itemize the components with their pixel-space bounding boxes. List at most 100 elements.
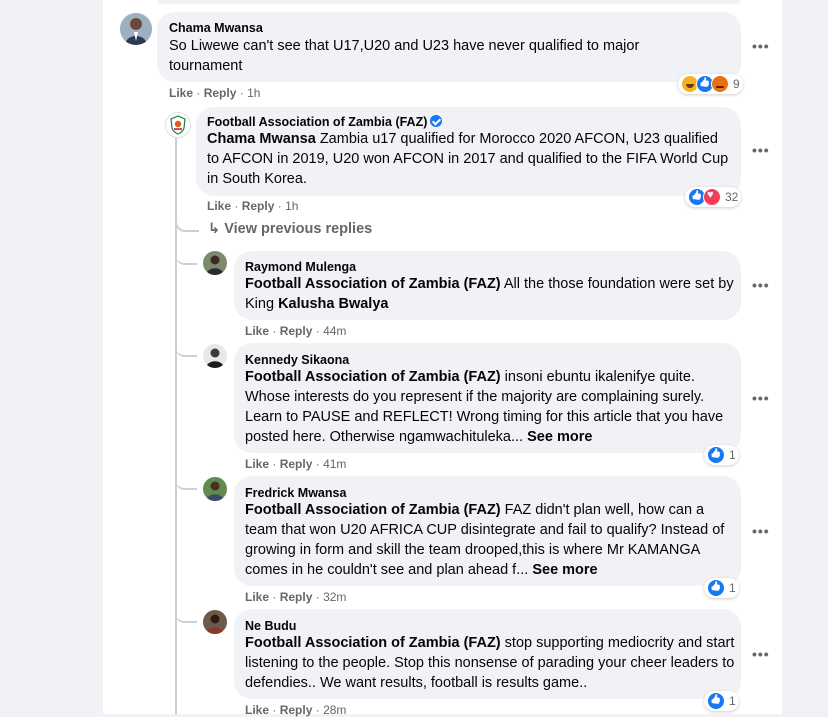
- comment-actions: Like · Reply · 28m: [245, 703, 346, 717]
- reaction-count: 32: [725, 190, 739, 204]
- comment-text: So Liwewe can't see that U17,U20 and U23…: [169, 38, 640, 74]
- like-icon: [707, 446, 725, 464]
- scrollbar[interactable]: [782, 0, 794, 714]
- comment-author[interactable]: Ne Budu: [245, 619, 296, 633]
- reaction-summary[interactable]: 1: [704, 578, 739, 598]
- like-link[interactable]: Like: [245, 324, 269, 338]
- angry-icon: [711, 75, 729, 93]
- verified-badge-icon: [430, 115, 443, 127]
- like-link[interactable]: Like: [207, 199, 231, 213]
- more-options-icon[interactable]: •••: [752, 38, 770, 54]
- mention-link[interactable]: Football Association of Zambia (FAZ): [245, 369, 501, 385]
- reaction-summary[interactable]: 1: [704, 445, 739, 465]
- thread-connector: [175, 245, 197, 265]
- more-options-icon[interactable]: •••: [752, 523, 770, 539]
- comment-text: Football Association of Zambia (FAZ) ins…: [245, 367, 735, 447]
- separator: ·: [272, 457, 277, 471]
- view-previous-replies-label: View previous replies: [224, 221, 373, 237]
- person-icon: [203, 251, 227, 275]
- like-icon: [707, 692, 725, 710]
- like-icon: [707, 579, 725, 597]
- mention-link[interactable]: Football Association of Zambia (FAZ): [245, 502, 501, 518]
- avatar[interactable]: [203, 251, 227, 275]
- thread-connector: [175, 470, 197, 490]
- previous-comment-edge: [157, 0, 741, 4]
- separator: ·: [315, 324, 320, 338]
- mention-link[interactable]: Chama Mwansa: [207, 131, 316, 147]
- separator: ·: [272, 324, 277, 338]
- mention-link[interactable]: Football Association of Zambia (FAZ): [245, 635, 501, 651]
- see-more-link[interactable]: See more: [527, 429, 592, 445]
- separator: ·: [315, 590, 320, 604]
- reaction-count: 1: [729, 581, 736, 595]
- separator: ·: [239, 86, 244, 100]
- comment-author[interactable]: Raymond Mulenga: [245, 260, 356, 274]
- thread-connector: [175, 603, 197, 623]
- reaction-count: 1: [729, 694, 736, 708]
- comment-text: Football Association of Zambia (FAZ) All…: [245, 274, 735, 314]
- avatar[interactable]: [203, 610, 227, 634]
- comment-text: Football Association of Zambia (FAZ) sto…: [245, 633, 735, 693]
- like-link[interactable]: Like: [169, 86, 193, 100]
- comment-text: Football Association of Zambia (FAZ) FAZ…: [245, 500, 735, 580]
- separator: ·: [272, 703, 277, 717]
- separator: ·: [277, 199, 282, 213]
- mention-link[interactable]: Kalusha Bwalya: [278, 296, 388, 312]
- comment-author[interactable]: Kennedy Sikaona: [245, 353, 349, 367]
- avatar[interactable]: [203, 477, 227, 501]
- timestamp[interactable]: 32m: [323, 590, 346, 604]
- comment-actions: Like · Reply · 44m: [245, 324, 346, 338]
- reaction-count: 9: [733, 77, 740, 91]
- comment-actions: Like · Reply · 1h: [169, 86, 260, 100]
- faz-logo-icon: [170, 115, 186, 135]
- reply-link[interactable]: Reply: [280, 590, 313, 604]
- comment-author[interactable]: Football Association of Zambia (FAZ): [207, 115, 443, 129]
- separator: ·: [196, 86, 201, 100]
- author-name[interactable]: Football Association of Zambia (FAZ): [207, 115, 427, 129]
- avatar[interactable]: [120, 13, 152, 45]
- comment-author[interactable]: Chama Mwansa: [169, 21, 263, 35]
- timestamp[interactable]: 1h: [285, 199, 298, 213]
- reply-link[interactable]: Reply: [280, 457, 313, 471]
- like-link[interactable]: Like: [245, 590, 269, 604]
- view-previous-replies-link[interactable]: ↳ View previous replies: [208, 221, 372, 237]
- timestamp[interactable]: 1h: [247, 86, 260, 100]
- person-icon: [203, 610, 227, 634]
- comment-actions: Like · Reply · 32m: [245, 590, 346, 604]
- more-options-icon[interactable]: •••: [752, 142, 770, 158]
- timestamp[interactable]: 44m: [323, 324, 346, 338]
- reaction-count: 1: [729, 448, 736, 462]
- thread-connector: [175, 337, 197, 357]
- person-icon: [120, 13, 152, 45]
- reaction-summary[interactable]: 32: [685, 187, 742, 207]
- more-options-icon[interactable]: •••: [752, 277, 770, 293]
- separator: ·: [272, 590, 277, 604]
- comment-text: Chama Mwansa Zambia u17 qualified for Mo…: [207, 129, 732, 189]
- person-icon: [203, 477, 227, 501]
- avatar[interactable]: [203, 344, 227, 368]
- like-link[interactable]: Like: [245, 703, 269, 717]
- like-link[interactable]: Like: [245, 457, 269, 471]
- reply-link[interactable]: Reply: [242, 199, 275, 213]
- mention-link[interactable]: Football Association of Zambia (FAZ): [245, 276, 501, 292]
- avatar[interactable]: [165, 112, 191, 138]
- comment-author[interactable]: Fredrick Mwansa: [245, 486, 346, 500]
- reply-arrow-icon: ↳: [208, 221, 221, 237]
- separator: ·: [315, 703, 320, 717]
- separator: ·: [315, 457, 320, 471]
- timestamp[interactable]: 28m: [323, 703, 346, 717]
- reply-link[interactable]: Reply: [204, 86, 237, 100]
- more-options-icon[interactable]: •••: [752, 646, 770, 662]
- heart-icon: [703, 188, 721, 206]
- more-options-icon[interactable]: •••: [752, 390, 770, 406]
- reaction-summary[interactable]: 9: [678, 74, 743, 94]
- person-icon: [203, 344, 227, 368]
- reaction-summary[interactable]: 1: [704, 691, 739, 711]
- reply-link[interactable]: Reply: [280, 324, 313, 338]
- thread-connector: [175, 212, 199, 232]
- reply-link[interactable]: Reply: [280, 703, 313, 717]
- timestamp[interactable]: 41m: [323, 457, 346, 471]
- comment-actions: Like · Reply · 1h: [207, 199, 298, 213]
- separator: ·: [234, 199, 239, 213]
- see-more-link[interactable]: See more: [532, 562, 597, 578]
